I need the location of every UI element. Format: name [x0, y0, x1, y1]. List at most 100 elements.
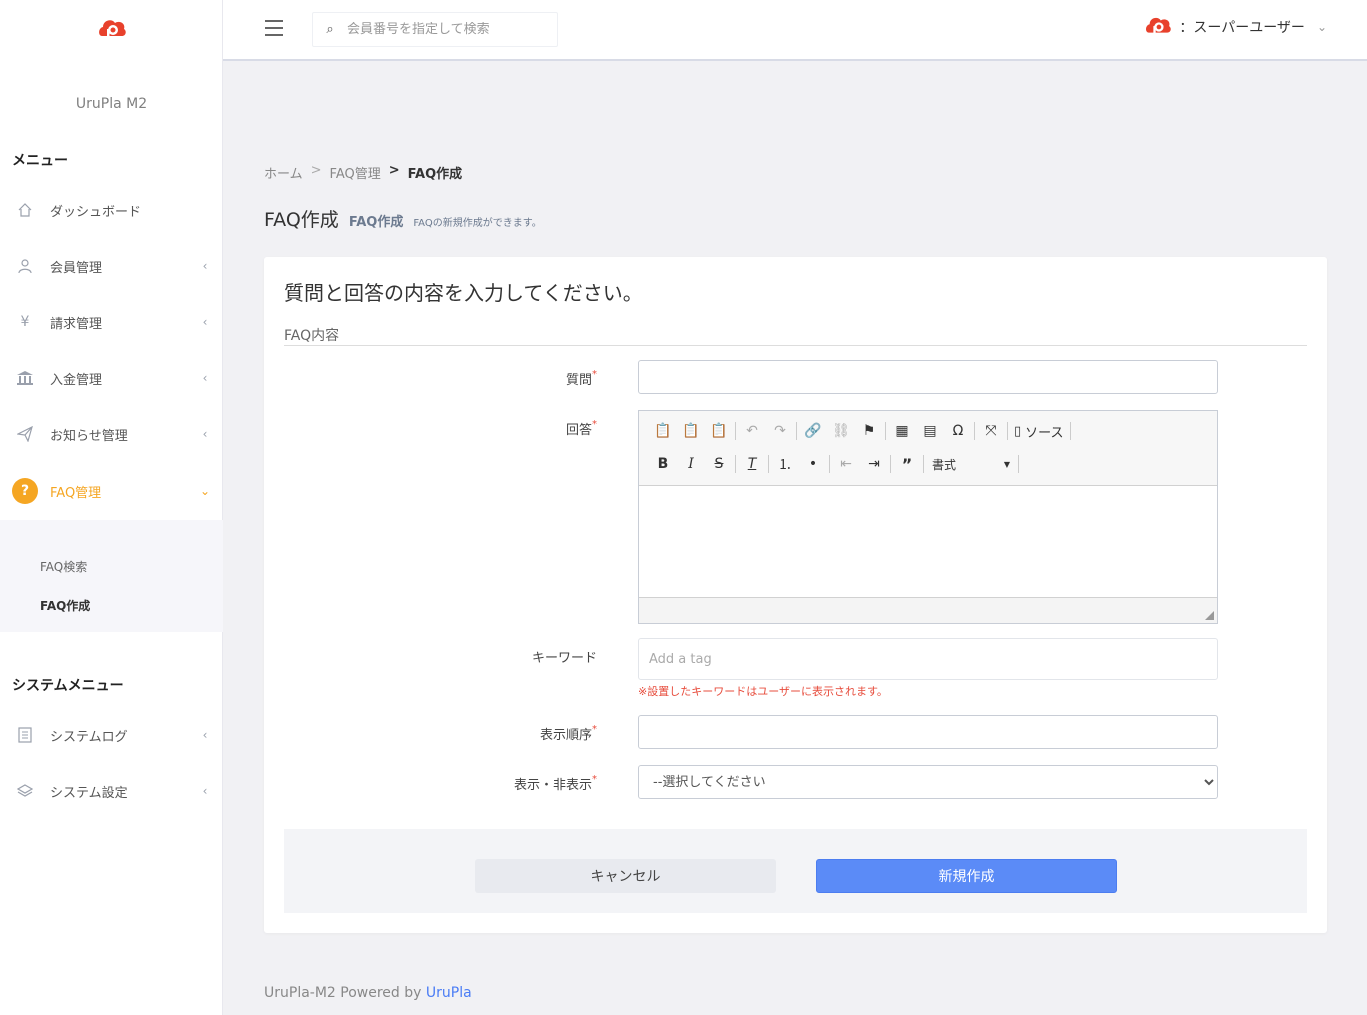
footer-link[interactable]: UruPla [426, 985, 472, 1001]
special-char-icon[interactable]: Ω [944, 420, 972, 442]
top-header: ⌕ ：スーパーユーザー ⌄ [223, 0, 1367, 61]
faq-form-card: 質問と回答の内容を入力してください。 FAQ内容 質問* 回答* 📋 📋 📋 ↶… [264, 257, 1327, 933]
sidebar-item-dashboard[interactable]: ダッシュボード [0, 192, 223, 228]
sidebar-item-system-log[interactable]: システムログ ‹ [0, 717, 223, 753]
remove-format-icon[interactable]: T [738, 453, 766, 475]
strikethrough-icon[interactable]: S [705, 453, 733, 475]
page-description: FAQの新規作成ができます。 [413, 218, 542, 229]
form-heading: 質問と回答の内容を入力してください。 [284, 281, 643, 305]
logo[interactable] [0, 14, 223, 50]
chevron-left-icon: ‹ [202, 371, 208, 385]
visibility-select[interactable]: --選択してください [639, 766, 1217, 798]
sidebar-item-faq[interactable]: ? FAQ管理 ⌄ [0, 473, 223, 509]
user-icon [0, 258, 50, 274]
order-label: 表示順序* [539, 724, 597, 743]
question-field [638, 360, 1218, 394]
anchor-flag-icon[interactable]: ⚑ [855, 420, 883, 442]
keyword-note: ※設置したキーワードはユーザーに表示されます。 [638, 685, 888, 698]
breadcrumb-home[interactable]: ホーム [264, 163, 303, 182]
outdent-icon[interactable]: ⇤ [832, 453, 860, 475]
page-title: FAQ作成 FAQ作成 FAQの新規作成ができます。 [264, 205, 542, 232]
order-input[interactable] [639, 716, 1217, 748]
page-footer: UruPla-M2 Powered by UruPla [264, 985, 472, 1001]
page-title-main: FAQ作成 [264, 209, 339, 231]
logo-icon [98, 20, 126, 39]
member-search-input[interactable] [347, 22, 547, 37]
answer-editor-body[interactable] [639, 486, 1217, 597]
sidebar-item-system-settings[interactable]: システム設定 ‹ [0, 773, 223, 809]
section-divider [284, 345, 1307, 346]
page-title-sub: FAQ作成 [348, 215, 404, 230]
member-search: ⌕ [312, 12, 558, 47]
yen-icon: ¥ [20, 314, 30, 330]
paste-text-icon[interactable]: 📋 [677, 420, 705, 442]
sidebar-subitem-faq-search[interactable]: FAQ検索 [40, 558, 87, 575]
chevron-down-icon: ⌄ [199, 484, 211, 498]
resize-handle-icon[interactable] [1205, 611, 1214, 620]
breadcrumb-separator: > [388, 163, 400, 178]
unlink-icon[interactable]: ⛓ [827, 420, 855, 442]
caret-down-icon: ▼ [1003, 459, 1010, 469]
link-icon[interactable]: 🔗 [799, 420, 827, 442]
user-menu[interactable]: ：スーパーユーザー ⌄ [1143, 14, 1327, 40]
table-icon[interactable]: ▤ [916, 420, 944, 442]
system-menu-heading: システムメニュー [12, 678, 124, 694]
sidebar-item-notices[interactable]: お知らせ管理 ‹ [0, 416, 223, 452]
sidebar-item-payments[interactable]: 入金管理 ‹ [0, 360, 223, 396]
section-label: FAQ内容 [284, 328, 340, 344]
faq-submenu: FAQ検索 FAQ作成 [0, 520, 223, 632]
breadcrumb: ホーム > FAQ管理 > FAQ作成 [264, 163, 462, 182]
visibility-field: --選択してください [638, 765, 1218, 799]
document-icon [0, 727, 50, 743]
menu-heading: メニュー [12, 153, 68, 169]
maximize-icon[interactable]: ⤧ [977, 420, 1005, 442]
user-avatar-logo-icon [1146, 17, 1172, 36]
question-input[interactable] [639, 361, 1217, 393]
question-icon: ? [12, 478, 38, 504]
layers-icon [0, 783, 50, 799]
breadcrumb-faq-management[interactable]: FAQ管理 [330, 163, 381, 182]
paste-icon[interactable]: 📋 [649, 420, 677, 442]
chevron-left-icon: ‹ [202, 728, 208, 742]
sidebar: UruPla M2 メニュー ダッシュボード 会員管理 ‹ ¥ 請求管理 ‹ 入… [0, 0, 223, 1015]
bold-icon[interactable]: B [649, 453, 677, 475]
blockquote-icon[interactable]: ” [893, 453, 921, 475]
paste-word-icon[interactable]: 📋 [705, 420, 733, 442]
sidebar-item-label: 請求管理 [50, 316, 103, 332]
keyword-tag-input[interactable] [639, 639, 1217, 679]
sidebar-item-label: 入金管理 [50, 372, 103, 388]
breadcrumb-current: FAQ作成 [407, 167, 463, 182]
format-dropdown[interactable]: 書式 ▼ [926, 453, 1016, 475]
bulleted-list-icon[interactable]: • [799, 453, 827, 475]
send-icon [0, 426, 50, 442]
source-button[interactable]: ▯ ソース [1010, 420, 1068, 442]
sidebar-item-label: ダッシュボード [50, 204, 142, 220]
sidebar-item-label: 会員管理 [50, 260, 103, 276]
sidebar-subitem-faq-create[interactable]: FAQ作成 [40, 597, 90, 614]
source-icon: ▯ [1014, 423, 1022, 439]
indent-icon[interactable]: ⇥ [860, 453, 888, 475]
sidebar-item-label: お知らせ管理 [50, 428, 128, 444]
undo-icon[interactable]: ↶ [738, 420, 766, 442]
sidebar-item-label: システム設定 [50, 785, 128, 801]
keyword-label: キーワード [531, 651, 597, 666]
sidebar-item-billing[interactable]: ¥ 請求管理 ‹ [0, 304, 223, 340]
question-label: 質問* [565, 369, 597, 388]
search-icon: ⌕ [326, 22, 334, 37]
keyword-tag-field [638, 638, 1218, 680]
bank-icon [0, 370, 50, 386]
sidebar-item-label: システムログ [50, 729, 128, 745]
answer-label: 回答* [565, 419, 597, 438]
sidebar-item-members[interactable]: 会員管理 ‹ [0, 248, 223, 284]
app-name: UruPla M2 [75, 96, 148, 112]
redo-icon[interactable]: ↷ [766, 420, 794, 442]
italic-icon[interactable]: I [677, 453, 705, 475]
breadcrumb-separator: > [310, 163, 322, 178]
sidebar-item-label: FAQ管理 [50, 485, 102, 501]
numbered-list-icon[interactable]: ⒈ [771, 453, 799, 475]
image-icon[interactable]: ▦ [888, 420, 916, 442]
create-button[interactable]: 新規作成 [816, 859, 1117, 893]
hamburger-menu-icon[interactable] [265, 20, 283, 36]
chevron-left-icon: ‹ [202, 427, 208, 441]
cancel-button[interactable]: キャンセル [475, 859, 776, 893]
